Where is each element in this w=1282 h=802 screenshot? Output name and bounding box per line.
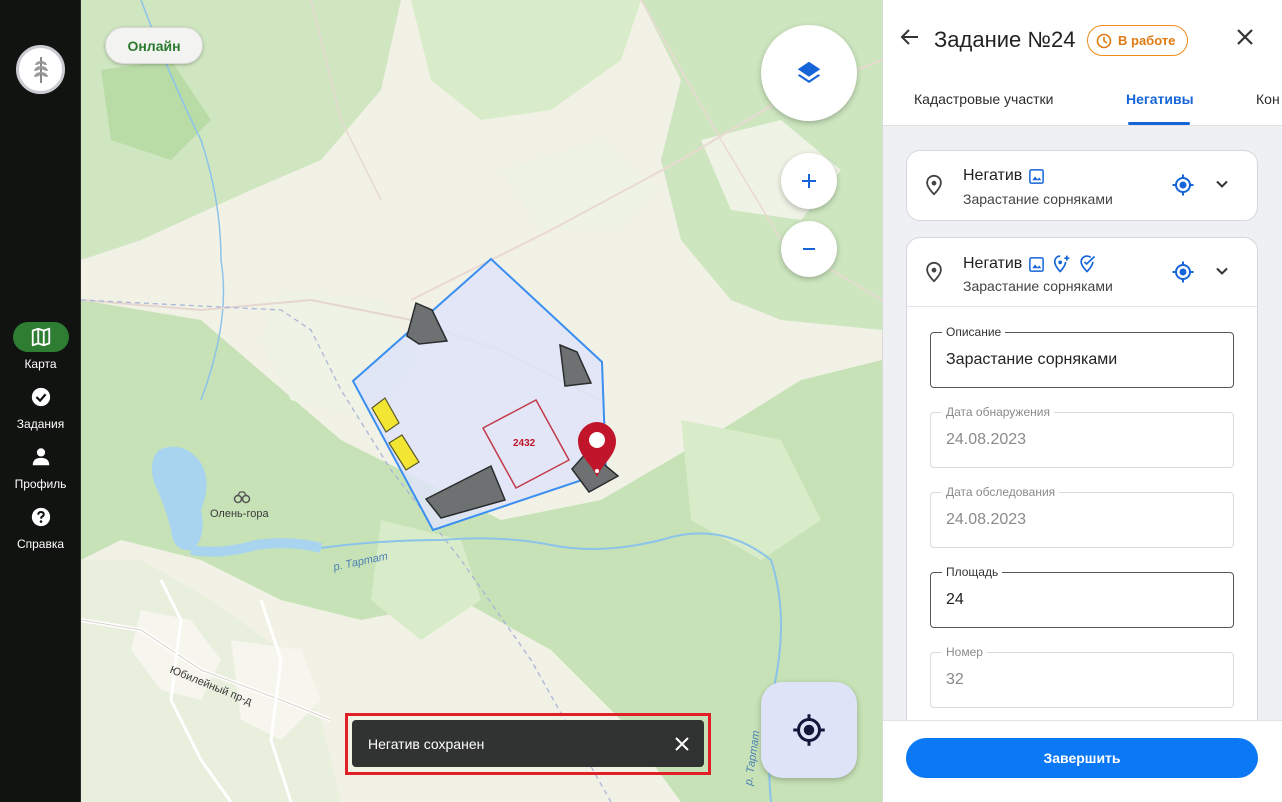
- rail-label-profile: Профиль: [14, 477, 67, 491]
- arrow-back-icon[interactable]: [900, 27, 920, 47]
- panel-header: Задание №24 В работе Кадастровые участки…: [883, 0, 1282, 126]
- tab-negatives[interactable]: Негативы: [1126, 91, 1194, 107]
- negative-card-header[interactable]: Негатив Зарастание сорняками: [907, 151, 1257, 220]
- description-field[interactable]: Описание Зарастание сорняками: [930, 325, 1234, 388]
- rail-item-profile[interactable]: Профиль: [0, 442, 81, 492]
- detection-date-label: Дата обнаружения: [942, 405, 1054, 419]
- negative-title-row: Негатив: [963, 254, 1097, 274]
- snackbar-message: Негатив сохранен: [368, 735, 485, 752]
- target-icon[interactable]: [1171, 260, 1195, 284]
- plus-icon: [802, 174, 816, 188]
- negative-title-row: Негатив: [963, 167, 1045, 185]
- clock-icon: [1096, 33, 1112, 48]
- location-check-icon: [1080, 255, 1096, 273]
- map-plot-number: 2432: [513, 438, 536, 449]
- negative-card[interactable]: Негатив Зарастание сорняками: [906, 150, 1258, 221]
- add-location-icon: [1054, 255, 1070, 273]
- number-label: Номер: [942, 645, 987, 659]
- help-icon: [13, 502, 69, 532]
- rail-label-help: Справка: [16, 537, 65, 551]
- app-logo: [16, 45, 65, 94]
- rail-label-map: Карта: [24, 357, 57, 371]
- negative-subtitle: Зарастание сорняками: [963, 278, 1113, 294]
- zoom-out-button[interactable]: [781, 221, 837, 277]
- wheat-icon: [33, 56, 48, 83]
- description-label: Описание: [942, 325, 1006, 339]
- rail-item-map[interactable]: Карта: [0, 322, 81, 372]
- connection-status-label: Онлайн: [127, 37, 181, 54]
- area-label: Площадь: [942, 565, 1003, 579]
- area-field[interactable]: Площадь 24: [930, 565, 1234, 628]
- detection-date-value: 24.08.2023: [946, 431, 1027, 448]
- chevron-down-icon[interactable]: [1214, 176, 1230, 192]
- chevron-down-icon[interactable]: [1214, 263, 1230, 279]
- task-title: Задание №24: [934, 27, 1076, 52]
- number-field: Номер 32: [930, 645, 1234, 708]
- negative-title: Негатив: [963, 255, 1023, 272]
- check-circle-icon: [13, 382, 69, 412]
- negative-card-header[interactable]: Негатив Зарастание сорняками: [907, 238, 1257, 307]
- close-panel-icon[interactable]: [1235, 27, 1255, 47]
- location-pin-icon: [926, 174, 942, 196]
- negative-subtitle: Зарастание сорняками: [963, 191, 1113, 207]
- tab-cadastral[interactable]: Кадастровые участки: [914, 91, 1054, 107]
- connection-status-pill: Онлайн: [105, 27, 203, 64]
- number-value: 32: [946, 671, 964, 688]
- target-icon[interactable]: [1171, 173, 1195, 197]
- layers-button[interactable]: [761, 25, 857, 121]
- finish-button[interactable]: Завершить: [906, 738, 1258, 778]
- panel-footer: Завершить: [883, 720, 1282, 802]
- layers-icon: [797, 61, 821, 83]
- map-view[interactable]: Олень-гора р. Тартат Юбилейный пр-д р. Т…: [81, 0, 882, 802]
- rail-label-tasks: Задания: [16, 417, 65, 431]
- minus-icon: [803, 248, 815, 250]
- survey-date-label: Дата обследования: [942, 485, 1060, 499]
- my-location-button[interactable]: [761, 682, 857, 778]
- zoom-in-button[interactable]: [781, 153, 837, 209]
- rail-item-help[interactable]: Справка: [0, 502, 81, 552]
- detection-date-field: Дата обнаружения 24.08.2023: [930, 405, 1234, 468]
- rail-item-tasks[interactable]: Задания: [0, 382, 81, 432]
- map-label-place: Олень-гора: [210, 508, 269, 520]
- snackbar: Негатив сохранен: [352, 720, 704, 767]
- status-badge: В работе: [1087, 25, 1189, 56]
- negatives-list: Негатив Зарастание сорняками Негатив Зар…: [883, 126, 1282, 720]
- survey-date-value: 24.08.2023: [946, 511, 1027, 528]
- active-tab-indicator: [1128, 122, 1190, 125]
- map-icon: [12, 322, 69, 352]
- negative-title: Негатив: [963, 167, 1023, 184]
- tab-more[interactable]: Кон: [1256, 91, 1280, 107]
- status-label: В работе: [1118, 33, 1176, 48]
- task-panel: Задание №24 В работе Кадастровые участки…: [882, 0, 1282, 802]
- image-icon: [1029, 256, 1045, 272]
- negative-card-expanded[interactable]: Негатив Зарастание сорняками Описание За…: [906, 237, 1258, 720]
- location-pin-icon: [926, 261, 942, 283]
- crosshair-icon: [793, 714, 825, 746]
- image-icon: [1029, 168, 1045, 184]
- navigation-rail: Карта Задания Профиль Справка: [0, 0, 81, 802]
- person-icon: [13, 442, 69, 472]
- area-value[interactable]: 24: [946, 591, 964, 609]
- survey-date-field: Дата обследования 24.08.2023: [930, 485, 1234, 548]
- description-value[interactable]: Зарастание сорняками: [946, 351, 1117, 369]
- close-icon[interactable]: [674, 736, 690, 752]
